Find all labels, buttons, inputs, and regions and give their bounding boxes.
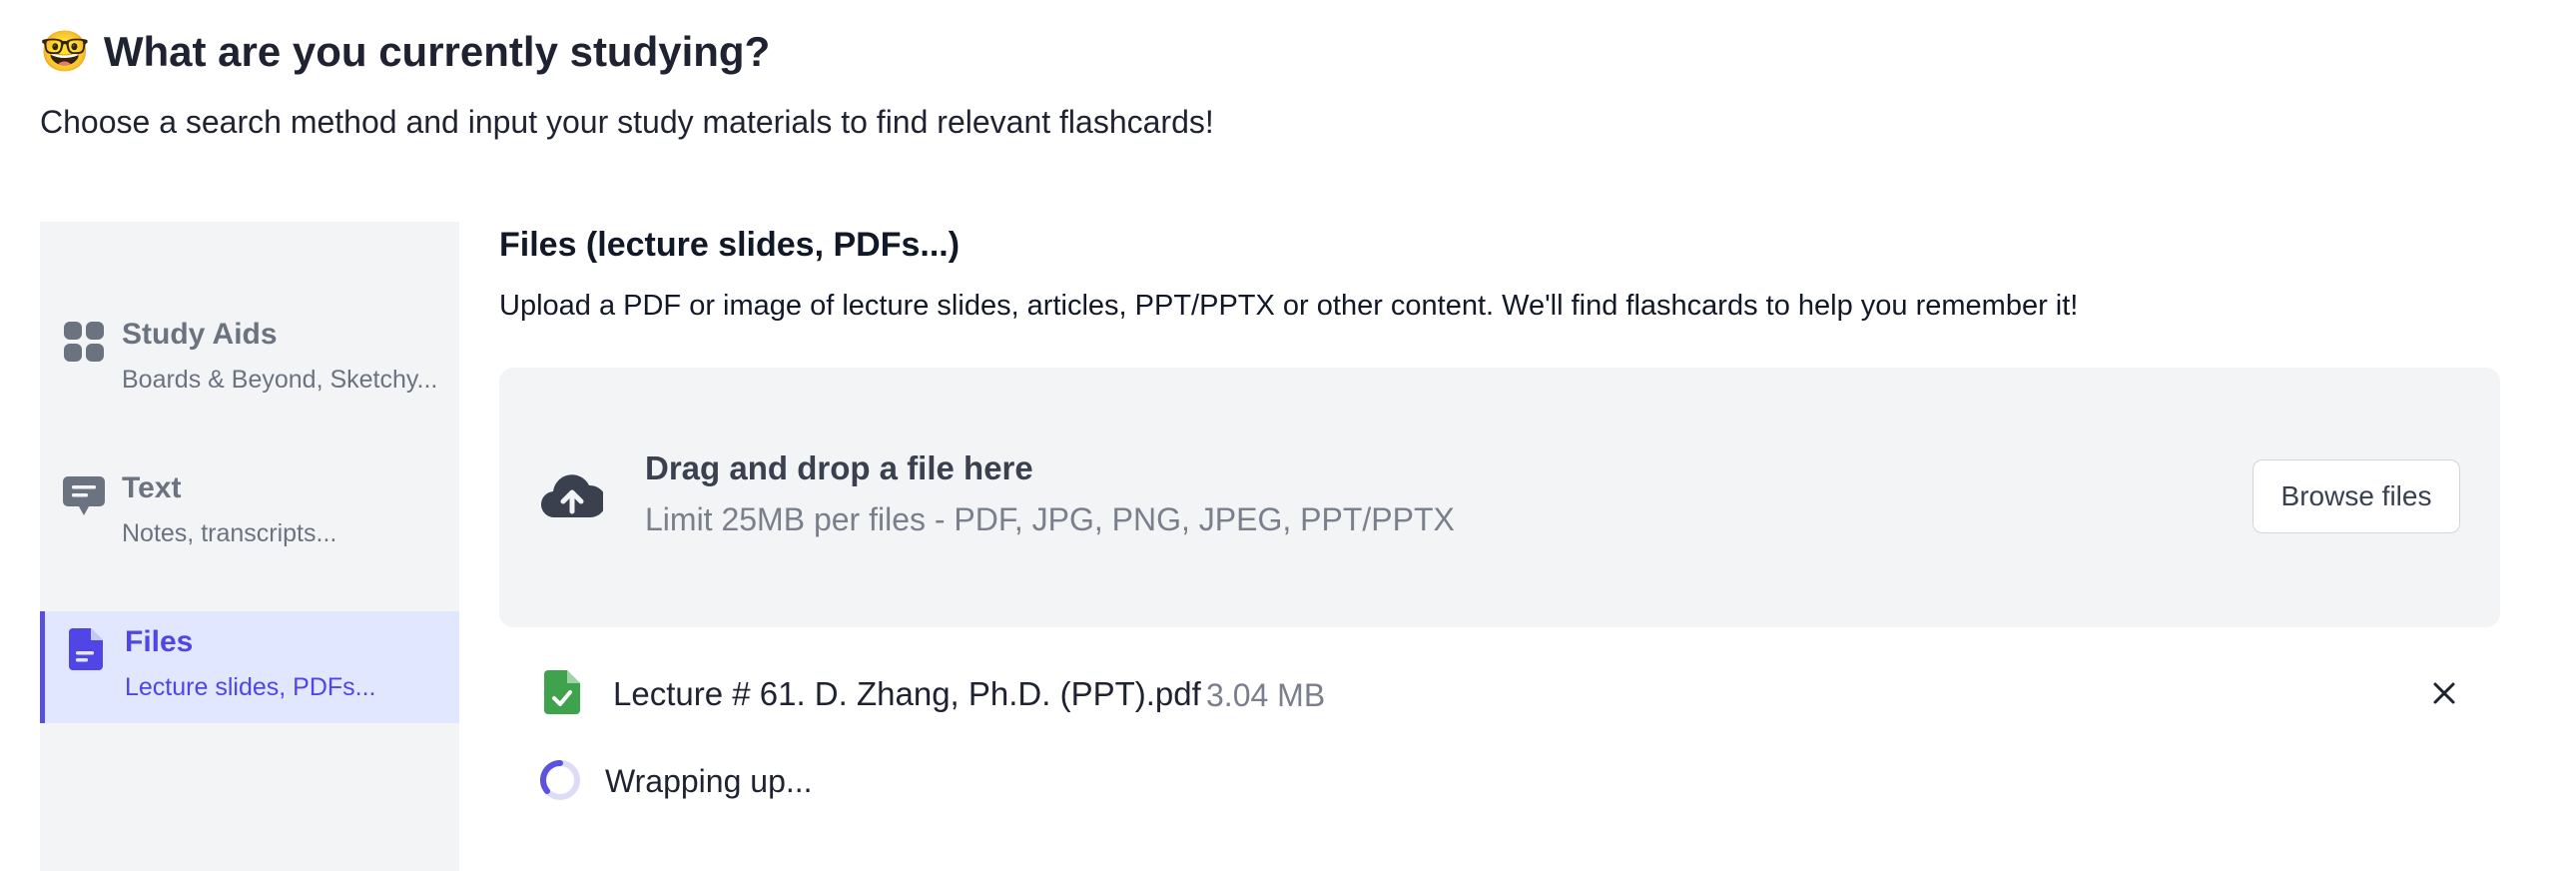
sidebar-item-study-aids[interactable]: Study Aids Boards & Beyond, Sketchy...	[40, 304, 459, 416]
loading-spinner-icon	[539, 759, 580, 800]
uploaded-file-row: Lecture # 61. D. Zhang, Ph.D. (PPT).pdf …	[499, 659, 2500, 727]
page-subtitle: Choose a search method and input your st…	[40, 104, 1214, 140]
sidebar-item-label: Files	[125, 625, 194, 658]
browse-files-button[interactable]: Browse files	[2253, 459, 2460, 533]
nerd-face-emoji-icon: 🤓	[40, 30, 90, 74]
sidebar-item-text[interactable]: Text Notes, transcripts...	[40, 457, 459, 569]
cloud-upload-icon	[541, 474, 603, 518]
dropzone-limit-text: Limit 25MB per files - PDF, JPG, PNG, JP…	[645, 501, 1455, 537]
upload-progress: Wrapping up...	[499, 751, 1498, 811]
file-dropzone[interactable]: Drag and drop a file here Limit 25MB per…	[499, 368, 2500, 627]
sidebar-item-sublabel: Lecture slides, PDFs...	[125, 673, 376, 701]
chat-icon	[63, 476, 105, 515]
document-icon	[69, 628, 103, 670]
sidebar-item-label: Study Aids	[122, 318, 278, 351]
page-title-text: What are you currently studying?	[103, 28, 771, 75]
sidebar-item-sublabel: Notes, transcripts...	[122, 519, 337, 547]
file-check-icon	[544, 670, 580, 714]
sidebar-item-files[interactable]: Files Lecture slides, PDFs...	[40, 611, 459, 723]
section-title: Files (lecture slides, PDFs...)	[499, 226, 961, 264]
grid-icon	[64, 322, 104, 362]
sidebar-item-sublabel: Boards & Beyond, Sketchy...	[122, 366, 438, 394]
progress-status-text: Wrapping up...	[605, 763, 813, 799]
dropzone-title: Drag and drop a file here	[645, 449, 1033, 486]
remove-file-close-icon[interactable]	[2428, 677, 2460, 709]
sidebar-item-label: Text	[122, 471, 182, 504]
section-description: Upload a PDF or image of lecture slides,…	[499, 290, 2079, 322]
page-title: 🤓 What are you currently studying?	[40, 28, 770, 76]
file-name: Lecture # 61. D. Zhang, Ph.D. (PPT).pdf	[613, 675, 1201, 712]
search-method-sidebar: Study Aids Boards & Beyond, Sketchy... T…	[40, 222, 459, 871]
file-size: 3.04 MB	[1206, 677, 1326, 713]
